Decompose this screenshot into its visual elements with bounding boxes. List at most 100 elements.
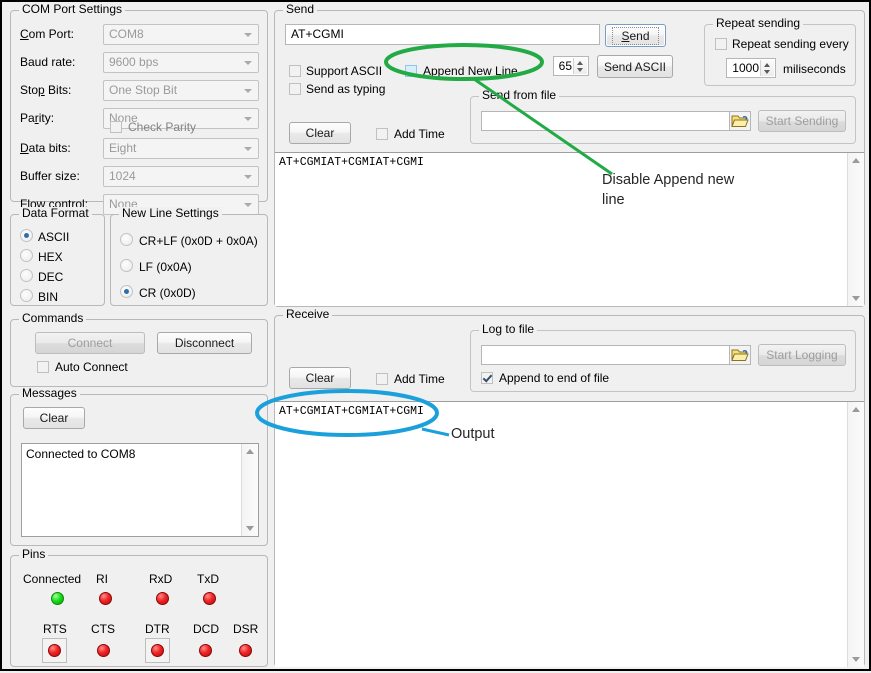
- send-from-file-title: Send from file: [479, 89, 559, 101]
- scroll-down-icon[interactable]: [246, 526, 254, 531]
- send-button[interactable]: Send: [605, 24, 666, 47]
- buffer-size-label: Buffer size:: [20, 169, 80, 183]
- repeat-sending-label: Repeat sending every: [732, 37, 849, 51]
- scroll-up-icon[interactable]: [852, 407, 860, 412]
- repeat-sending-checkbox[interactable]: [715, 38, 727, 50]
- ascii-code-value: 65: [559, 57, 572, 75]
- messages-title: Messages: [19, 387, 80, 399]
- messages-log-text: Connected to COM8: [26, 447, 240, 461]
- send-log-text: AT+CGMIAT+CGMIAT+CGMI: [279, 156, 846, 170]
- buffer-size-value: 1024: [109, 169, 136, 183]
- scroll-up-icon[interactable]: [852, 158, 860, 163]
- data-format-group: Data Format ASCII HEX DEC BIN: [10, 214, 105, 306]
- radio-crlf[interactable]: [120, 233, 133, 246]
- send-log-scrollbar[interactable]: [847, 153, 864, 306]
- pin-led-rxd: [156, 592, 169, 605]
- receive-add-time-checkbox[interactable]: [376, 373, 388, 385]
- radio-hex[interactable]: [20, 249, 33, 262]
- radio-cr-label: CR (0x0D): [139, 286, 196, 300]
- append-new-line-checkbox[interactable]: [405, 65, 417, 77]
- send-file-path-input[interactable]: [481, 111, 741, 131]
- chevron-down-icon: [244, 117, 252, 121]
- ascii-code-spinner[interactable]: 65: [553, 56, 589, 76]
- scroll-down-icon[interactable]: [852, 657, 860, 662]
- com-port-select[interactable]: COM8: [103, 24, 259, 45]
- commands-group: Commands Connect Disconnect Auto Connect: [10, 319, 268, 387]
- receive-group: Receive Clear Add Time Log to file Start…: [274, 315, 865, 667]
- connect-button[interactable]: Connect: [35, 332, 145, 354]
- pin-led-ri: [99, 592, 112, 605]
- serial-terminal-window: COM Port Settings Com Port: COM8 Baud ra…: [0, 0, 871, 671]
- receive-scrollbar[interactable]: [847, 402, 864, 667]
- log-to-file-title: Log to file: [479, 323, 537, 335]
- repeat-sending-group: Repeat sending Repeat sending every 1000…: [704, 24, 856, 86]
- receive-output[interactable]: AT+CGMIAT+CGMIAT+CGMI: [275, 401, 864, 667]
- radio-lf[interactable]: [120, 259, 133, 272]
- messages-clear-button[interactable]: Clear: [23, 407, 85, 429]
- com-port-value: COM8: [109, 27, 144, 41]
- data-bits-value: Eight: [109, 141, 136, 155]
- spinner-up-icon[interactable]: [764, 63, 770, 67]
- pin-label-rxd: RxD: [149, 572, 172, 586]
- com-port-settings-group: COM Port Settings Com Port: COM8 Baud ra…: [10, 10, 268, 202]
- send-ascii-button[interactable]: Send ASCII: [597, 55, 673, 78]
- chevron-down-icon: [244, 147, 252, 151]
- support-ascii-checkbox[interactable]: [289, 65, 301, 77]
- pin-led-rts: [48, 644, 61, 657]
- spinner-down-icon[interactable]: [577, 68, 583, 72]
- send-title: Send: [283, 3, 317, 15]
- receive-clear-button[interactable]: Clear: [289, 367, 351, 389]
- new-line-settings-title: New Line Settings: [119, 207, 222, 219]
- com-port-label: Com Port:: [20, 27, 74, 41]
- data-bits-select[interactable]: Eight: [103, 138, 259, 159]
- spinner-down-icon[interactable]: [764, 70, 770, 74]
- append-to-file-checkbox[interactable]: [481, 372, 493, 384]
- log-file-browse-button[interactable]: [729, 345, 751, 365]
- messages-group: Messages Clear Connected to COM8: [10, 394, 268, 546]
- disconnect-button[interactable]: Disconnect: [157, 332, 252, 354]
- radio-hex-label: HEX: [38, 250, 63, 264]
- chevron-down-icon: [244, 203, 252, 207]
- pin-led-txd: [203, 592, 216, 605]
- start-sending-button[interactable]: Start Sending: [758, 110, 846, 132]
- send-command-input[interactable]: AT+CGMI: [285, 24, 600, 45]
- send-add-time-label: Add Time: [394, 127, 445, 141]
- log-to-file-group: Log to file Start Logging Append to end …: [470, 330, 856, 392]
- messages-scrollbar[interactable]: [241, 444, 258, 536]
- send-add-time-checkbox[interactable]: [376, 128, 388, 140]
- scroll-up-icon[interactable]: [246, 449, 254, 454]
- com-port-settings-title: COM Port Settings: [19, 3, 125, 15]
- radio-cr[interactable]: [120, 285, 133, 298]
- log-file-path-input[interactable]: [481, 345, 741, 365]
- pin-led-connected: [51, 592, 64, 605]
- pin-label-txd: TxD: [197, 572, 219, 586]
- spinner-up-icon[interactable]: [577, 61, 583, 65]
- pin-led-dtr: [151, 644, 164, 657]
- scroll-down-icon[interactable]: [852, 296, 860, 301]
- messages-log[interactable]: Connected to COM8: [21, 443, 259, 537]
- send-from-file-group: Send from file Start Sending: [470, 96, 856, 144]
- send-as-typing-checkbox[interactable]: [289, 83, 301, 95]
- repeat-interval-spinner[interactable]: 1000: [726, 58, 776, 78]
- buffer-size-select[interactable]: 1024: [103, 166, 259, 187]
- spinner-buttons[interactable]: [573, 58, 587, 74]
- radio-crlf-label: CR+LF (0x0D + 0x0A): [139, 234, 258, 248]
- pin-label-dcd: DCD: [193, 622, 219, 636]
- auto-connect-checkbox[interactable]: [37, 361, 49, 373]
- send-file-browse-button[interactable]: [729, 111, 751, 131]
- radio-ascii[interactable]: [20, 229, 33, 242]
- append-new-line-label: Append New Line: [423, 64, 518, 78]
- parity-label: Parity:: [20, 111, 54, 125]
- baud-rate-select[interactable]: 9600 bps: [103, 52, 259, 73]
- start-logging-button[interactable]: Start Logging: [758, 344, 846, 366]
- spinner-buttons[interactable]: [760, 60, 774, 76]
- folder-open-icon: [730, 112, 750, 130]
- repeat-sending-title: Repeat sending: [713, 17, 803, 29]
- send-clear-button[interactable]: Clear: [289, 122, 351, 144]
- disable-append-annotation-text: Disable Append new line: [602, 170, 762, 210]
- radio-bin[interactable]: [20, 289, 33, 302]
- send-log[interactable]: AT+CGMIAT+CGMIAT+CGMI: [275, 152, 864, 306]
- check-parity-checkbox[interactable]: [110, 121, 122, 133]
- radio-dec[interactable]: [20, 269, 33, 282]
- stop-bits-select[interactable]: One Stop Bit: [103, 80, 259, 101]
